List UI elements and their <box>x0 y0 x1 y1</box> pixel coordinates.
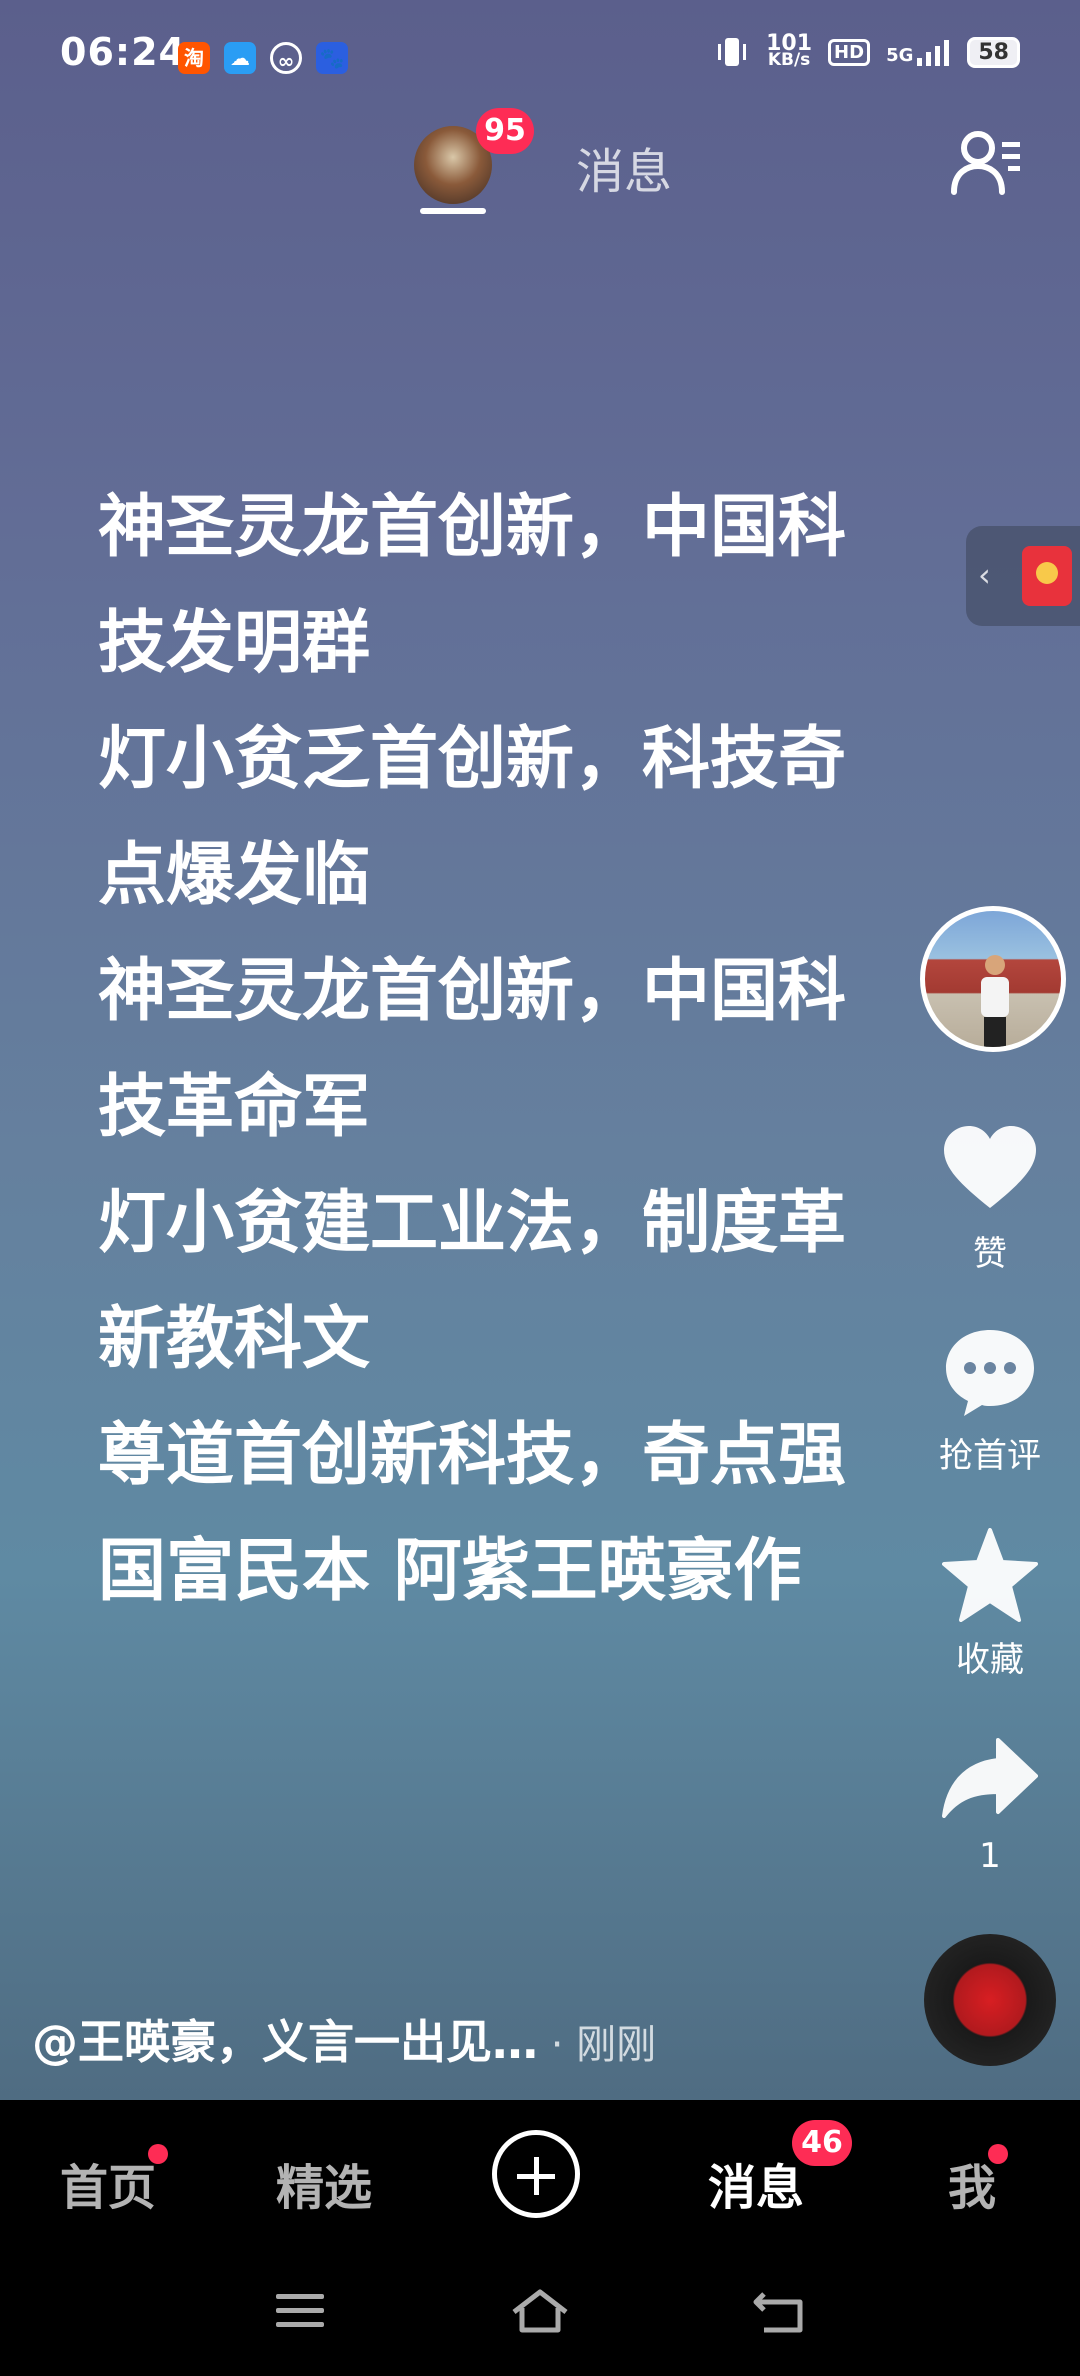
person-figure <box>981 955 1009 1047</box>
cloud-app-icon: ☁ <box>224 42 256 74</box>
home-notification-dot <box>148 2144 168 2164</box>
caption-separator: · <box>538 2022 577 2068</box>
home-icon[interactable] <box>510 2286 570 2336</box>
post-text-line: 灯小贫建工业法，制度革 <box>98 1184 847 1263</box>
caption-time: 刚刚 <box>576 2022 657 2068</box>
favorite-label: 收藏 <box>956 1640 1024 1680</box>
battery-indicator: 58 <box>967 36 1020 68</box>
post-text-line: 技发明群 <box>98 604 371 683</box>
status-indicators: 101 KB/s HD 5G 58 <box>714 33 1020 70</box>
status-time: 06:24 <box>60 30 186 74</box>
chevron-left-icon[interactable]: ‹ <box>978 556 991 594</box>
signal-icon <box>917 40 950 66</box>
link-app-icon: ∞ <box>270 42 302 74</box>
favorite-button[interactable]: 收藏 <box>920 1526 1060 1681</box>
post-text-line: 神圣灵龙首创新，中国科 <box>98 952 847 1031</box>
network-label: 5G <box>886 45 914 66</box>
heart-icon <box>944 1126 1036 1208</box>
status-bar: 06:24 淘 ☁ ∞ 🐾 101 KB/s HD 5G 58 <box>0 0 1080 110</box>
tab-messages-title[interactable]: 消息 <box>576 132 672 202</box>
baidu-icon: 🐾 <box>316 42 348 74</box>
red-packet-widget[interactable]: ‹ <box>966 526 1080 626</box>
post-text-line: 尊道首创新科技，奇点强 <box>98 1416 847 1495</box>
vibrate-icon <box>718 38 747 66</box>
post-text-line: 国富民本 阿紫王暎豪作 <box>98 1532 802 1611</box>
share-count: 1 <box>979 1836 1001 1876</box>
messages-badge: 46 <box>792 2120 852 2166</box>
video-caption[interactable]: @王暎豪，义言一出见… · 刚刚 <box>32 2006 656 2072</box>
system-nav-bar <box>0 2256 1080 2376</box>
creator-avatar[interactable] <box>920 906 1066 1052</box>
video-screen[interactable]: 06:24 淘 ☁ ∞ 🐾 101 KB/s HD 5G 58 95 消息 神圣… <box>0 0 1080 2100</box>
share-button[interactable]: 1 <box>920 1730 1060 1876</box>
create-plus-button[interactable] <box>492 2130 580 2218</box>
me-notification-dot <box>988 2144 1008 2164</box>
share-arrow-icon <box>942 1738 1038 1818</box>
contacts-icon[interactable] <box>950 128 1024 198</box>
post-text-line: 技革命军 <box>98 1068 371 1147</box>
hd-badge: HD <box>828 38 871 66</box>
star-icon <box>942 1528 1038 1622</box>
comment-label: 抢首评 <box>939 1436 1041 1476</box>
post-text-line: 新教科文 <box>98 1300 371 1379</box>
like-label: 赞 <box>973 1234 1007 1274</box>
taobao-icon: 淘 <box>178 42 210 74</box>
back-icon[interactable] <box>750 2286 810 2336</box>
comment-button[interactable]: 抢首评 <box>920 1322 1060 1477</box>
post-text-line: 灯小贫乏首创新，科技奇 <box>98 720 847 799</box>
bottom-nav: 首页 精选 消息 46 我 <box>0 2100 1080 2256</box>
net-speed-unit: KB/s <box>767 50 811 70</box>
red-envelope-icon[interactable] <box>1022 546 1072 606</box>
post-text: 神圣灵龙首创新，中国科 技发明群 灯小贫乏首创新，科技奇 点爆发临 神圣灵龙首创… <box>98 470 918 1630</box>
caption-text[interactable]: @王暎豪，义言一出见… <box>32 2015 538 2069</box>
network-type: 5G <box>886 38 951 66</box>
net-speed: 101 KB/s <box>766 33 812 70</box>
nav-messages[interactable]: 消息 <box>708 2148 804 2218</box>
post-text-line: 点爆发临 <box>98 836 371 915</box>
comment-icon <box>946 1330 1034 1416</box>
post-text-line: 神圣灵龙首创新，中国科 <box>98 488 847 567</box>
nav-featured[interactable]: 精选 <box>276 2148 372 2218</box>
notification-icons: 淘 ☁ ∞ 🐾 <box>178 42 348 74</box>
tab-underline <box>420 208 486 214</box>
music-disc[interactable] <box>924 1934 1056 2066</box>
menu-icon[interactable] <box>270 2286 330 2336</box>
nav-home[interactable]: 首页 <box>60 2148 156 2218</box>
avatar-badge: 95 <box>476 108 534 154</box>
like-button[interactable]: 赞 <box>920 1120 1060 1275</box>
